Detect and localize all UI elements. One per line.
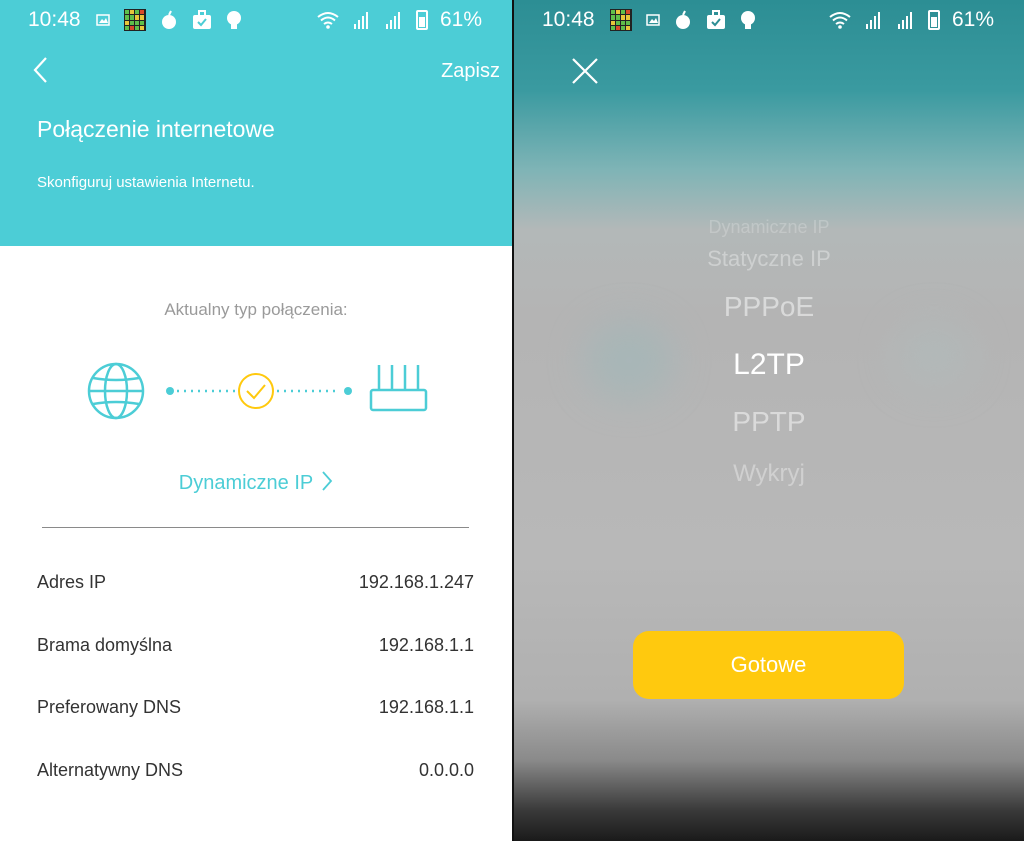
image-icon xyxy=(646,14,660,26)
page-subtitle: Skonfiguruj ustawienia Internetu. xyxy=(37,174,255,191)
status-time: 10:48 xyxy=(28,8,81,31)
picker-option[interactable]: Dynamiczne IP xyxy=(514,217,1024,238)
battery-icon xyxy=(415,10,428,30)
info-row-preferred-dns: Preferowany DNS 192.168.1.1 xyxy=(37,697,474,725)
signal-icon xyxy=(865,12,880,29)
connection-type-label: Aktualny typ połączenia: xyxy=(164,300,348,319)
battery-level: 61% xyxy=(439,8,482,31)
check-circle-icon xyxy=(238,373,274,409)
equalizer-app-icon xyxy=(610,9,632,31)
info-value: 192.168.1.1 xyxy=(378,635,474,655)
notification-icons xyxy=(610,9,756,31)
system-icons: 61% xyxy=(828,8,994,32)
status-time: 10:48 xyxy=(542,8,595,31)
bomb-icon xyxy=(162,10,176,29)
header: 10:48 61% Zapisz Połączenie internetowe … xyxy=(0,0,512,246)
bulb-icon xyxy=(741,11,755,29)
picker-option[interactable]: Statyczne IP xyxy=(514,246,1024,272)
globe-icon xyxy=(87,362,145,420)
picker-option[interactable]: Wykryj xyxy=(514,460,1024,488)
image-icon xyxy=(96,14,110,26)
info-row-default-gateway: Brama domyślna 192.168.1.1 xyxy=(37,635,474,663)
info-row-alternate-dns: Alternatywny DNS 0.0.0.0 xyxy=(37,760,474,788)
system-icons: 61% xyxy=(316,8,482,32)
bag-check-icon xyxy=(193,10,211,29)
info-value: 192.168.1.247 xyxy=(358,572,474,592)
done-button[interactable]: Gotowe xyxy=(633,631,904,699)
status-bar: 10:48 61% xyxy=(514,0,1024,38)
wifi-icon xyxy=(317,12,339,29)
connection-type-value: Dynamiczne IP xyxy=(178,472,314,494)
signal-icon xyxy=(353,12,368,29)
save-button[interactable]: Zapisz xyxy=(441,60,500,83)
bomb-icon xyxy=(676,10,690,29)
info-value: 0.0.0.0 xyxy=(418,760,474,780)
right-screen: 10:48 61% Dynamiczne IP Statyczne IP PPP… xyxy=(514,0,1024,841)
link-dot xyxy=(166,387,174,395)
battery-icon xyxy=(927,10,940,30)
divider xyxy=(42,527,469,528)
info-label: Alternatywny DNS xyxy=(37,760,184,780)
picker-option[interactable]: PPPoE xyxy=(514,291,1024,323)
battery-level: 61% xyxy=(951,8,994,31)
link-dot xyxy=(344,387,352,395)
router-icon xyxy=(369,365,428,412)
picker-option-selected[interactable]: L2TP xyxy=(514,348,1024,382)
signal-icon xyxy=(897,12,912,29)
back-button[interactable] xyxy=(30,56,54,84)
signal-icon xyxy=(385,12,400,29)
info-value: 192.168.1.1 xyxy=(378,697,474,717)
info-label: Adres IP xyxy=(37,572,107,592)
close-icon[interactable] xyxy=(570,56,600,86)
info-label: Brama domyślna xyxy=(37,635,173,655)
chevron-right-icon xyxy=(322,471,333,491)
left-screen: 10:48 61% Zapisz Połączenie internetowe … xyxy=(0,0,512,841)
info-label: Preferowany DNS xyxy=(37,697,182,717)
connection-type-selector[interactable]: Dynamiczne IP xyxy=(0,470,512,495)
connection-diagram xyxy=(87,362,428,420)
wifi-icon xyxy=(829,12,851,29)
status-bar: 10:48 61% xyxy=(0,0,512,38)
notification-icons xyxy=(96,9,242,31)
info-row-ip-address: Adres IP 192.168.1.247 xyxy=(37,572,474,600)
bulb-icon xyxy=(227,11,241,29)
page-title: Połączenie internetowe xyxy=(37,116,275,142)
equalizer-app-icon xyxy=(124,9,146,31)
bag-check-icon xyxy=(707,10,725,29)
picker-option[interactable]: PPTP xyxy=(514,406,1024,438)
